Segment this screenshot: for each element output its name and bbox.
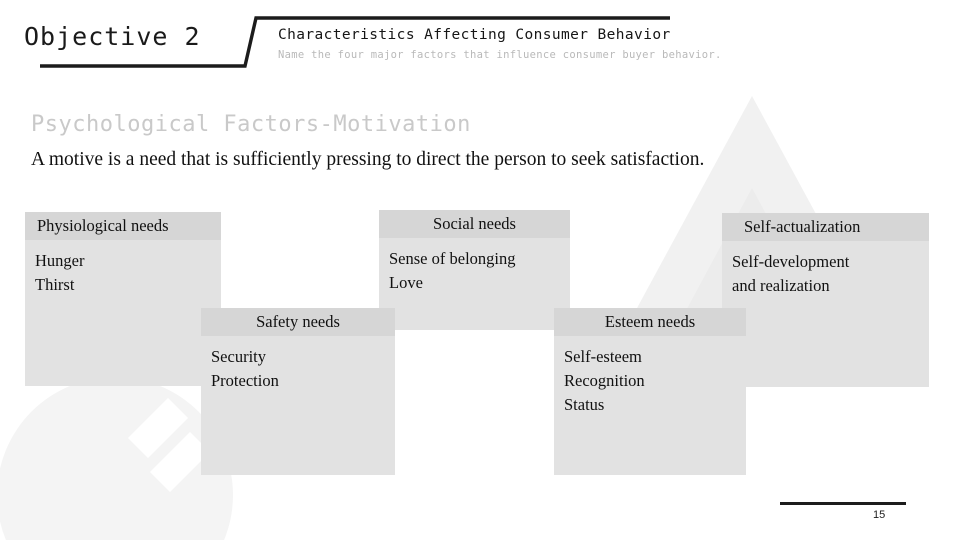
need-item: Security [211,347,266,366]
need-box-title: Safety needs [201,308,395,336]
need-box-title: Self-actualization [722,213,929,241]
slide-canvas: Objective 2 Characteristics Affecting Co… [0,0,960,540]
need-box-body: Sense of belonging Love [379,238,570,330]
need-item: Recognition [564,371,645,390]
need-item: Love [389,273,423,292]
objective-label: Objective 2 [24,22,201,51]
need-item: Protection [211,371,279,390]
topic-title: Characteristics Affecting Consumer Behav… [278,27,671,43]
need-box-social: Social needs Sense of belonging Love [379,210,570,330]
need-item: Hunger [35,251,85,270]
need-box-title: Social needs [379,210,570,238]
footer-rule [780,502,906,505]
need-box-body: Security Protection [201,336,395,475]
need-box-body: Self-development and realization [722,241,929,387]
lead-paragraph: A motive is a need that is sufficiently … [31,149,705,170]
need-item: Self-development [732,252,850,271]
need-box-esteem: Esteem needs Self-esteem Recognition Sta… [554,308,746,475]
need-box-title: Physiological needs [25,212,221,240]
need-box-physiological: Physiological needs Hunger Thirst [25,212,221,386]
need-item: Self-esteem [564,347,642,366]
need-box-self-actualization: Self-actualization Self-development and … [722,213,929,387]
need-box-safety: Safety needs Security Protection [201,308,395,475]
need-box-body: Self-esteem Recognition Status [554,336,746,475]
need-box-title: Esteem needs [554,308,746,336]
section-heading: Psychological Factors-Motivation [31,112,471,137]
need-item: and realization [732,276,830,295]
topic-subtitle: Name the four major factors that influen… [278,49,722,61]
need-item: Thirst [35,275,75,294]
page-number: 15 [873,509,886,521]
need-item: Sense of belonging [389,249,516,268]
need-box-body: Hunger Thirst [25,240,221,386]
need-item: Status [564,395,605,414]
